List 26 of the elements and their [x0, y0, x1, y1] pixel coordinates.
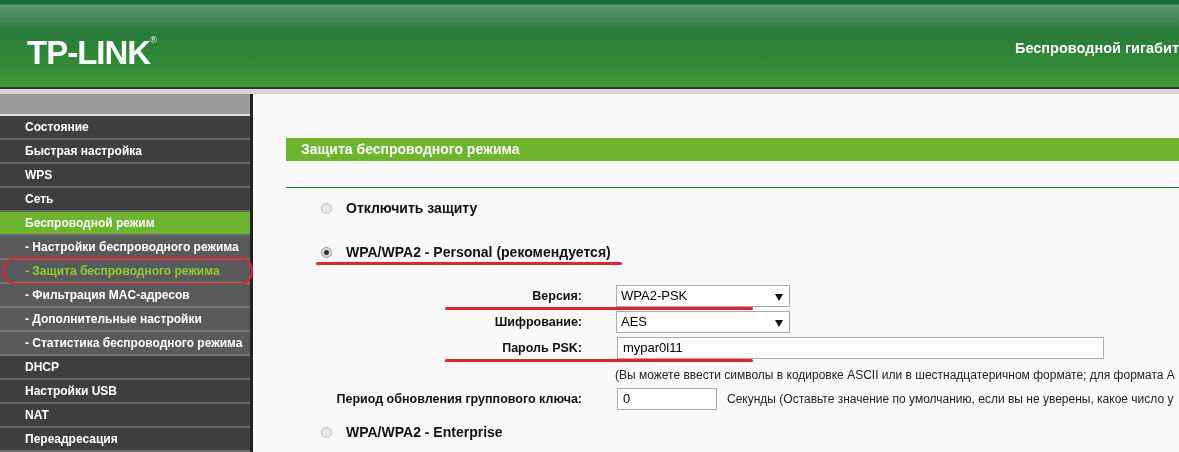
router-title: Беспроводной гигабит	[1015, 39, 1179, 56]
menu-item[interactable]: - Защита беспроводного режима	[0, 260, 250, 284]
field-label: Шифрование:	[493, 315, 582, 329]
option-label: Отключить защиту	[346, 200, 478, 216]
caret-icon	[775, 294, 783, 301]
option-label: WPA/WPA2 - Enterprise	[346, 424, 503, 440]
hint-text: Секунды (Оставьте значение по умолчанию, если вы не уверены, какое число у	[727, 392, 1174, 406]
input-field[interactable]: 0	[617, 388, 717, 410]
section-title: Защита беспроводного режима	[286, 138, 1179, 161]
dropdown[interactable]: WPA2-PSK	[616, 285, 790, 307]
radio-button[interactable]	[321, 246, 332, 258]
logo: TP-LINK$^{®}$	[27, 36, 156, 69]
field-label: Пароль PSK:	[501, 341, 582, 355]
password-field[interactable]: mypar0l11	[617, 337, 1104, 359]
field-label: Период обновления группового ключа:	[335, 392, 582, 406]
caret-icon	[775, 320, 783, 327]
hint-text: (Вы можете ввести символы в кодировке ASCII или в шестнадцатеричном формате; для формата A	[615, 368, 1175, 382]
radio-button[interactable]	[321, 426, 332, 438]
menu-item[interactable]: - Фильтрация MAC-адресов	[0, 284, 250, 308]
menu-item[interactable]: - Статистика беспроводного режима	[0, 332, 250, 356]
menu-item[interactable]: - Дополнительные настройки	[0, 308, 250, 332]
option-label: WPA/WPA2 - Personal (рекомендуется)	[346, 244, 611, 260]
field-label: Версия:	[531, 289, 582, 303]
menu-item[interactable]: - Настройки беспроводного режима	[0, 236, 250, 260]
dropdown[interactable]: AES	[616, 311, 790, 333]
radio-button[interactable]	[321, 202, 332, 214]
